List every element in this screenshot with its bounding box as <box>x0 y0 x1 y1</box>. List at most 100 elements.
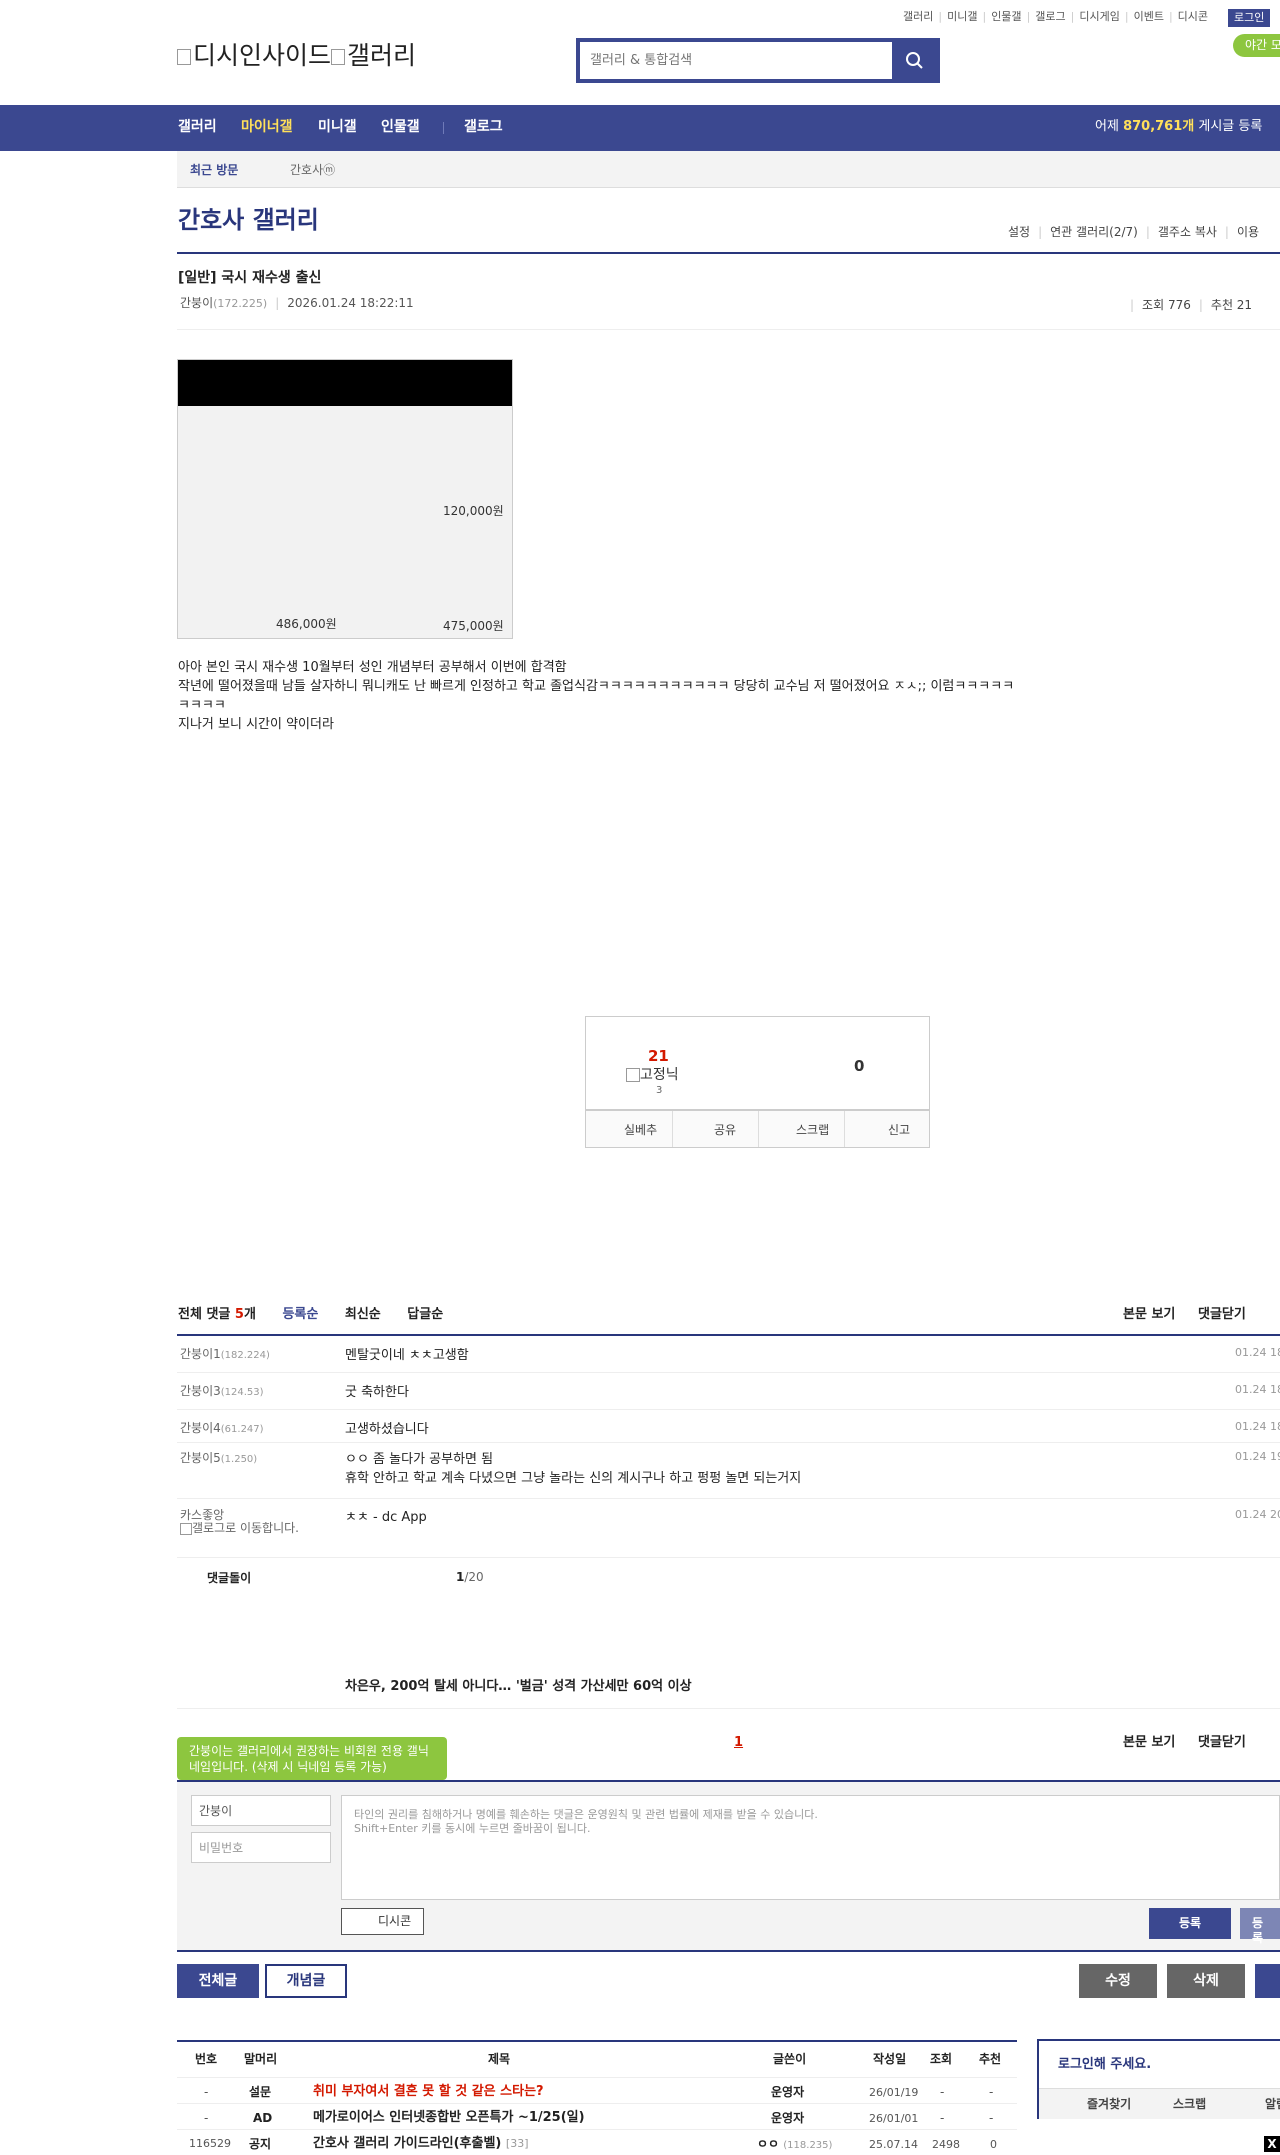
comment-submit-recommend-button[interactable]: 등록 <box>1240 1908 1280 1945</box>
fixed-nick-count: 3 <box>656 1085 663 1096</box>
comment-bot-pager[interactable]: 1/20 <box>456 1570 484 1585</box>
close-comments-button[interactable]: 댓글닫기 <box>1198 1307 1246 1323</box>
sort-registered-tab[interactable]: 등록순 <box>282 1307 318 1322</box>
list-cell-writer[interactable]: ㅇㅇ (118.235) <box>757 2137 832 2153</box>
nav-gallog[interactable]: 갤로그 <box>464 119 503 137</box>
topnav-gallog[interactable]: 갤로그 <box>1035 10 1065 23</box>
share-button[interactable]: 공유 <box>714 1123 736 1138</box>
favorites-link[interactable]: 즐겨찾기 <box>1087 2097 1131 2112</box>
list-cell-title[interactable]: 메가로이어스 인터넷종합반 오픈특가 ~1/25(일) <box>313 2110 585 2126</box>
write-button[interactable] <box>1255 1964 1280 1998</box>
list-cell-recommend: - <box>989 2111 994 2125</box>
sort-latest-tab[interactable]: 최신순 <box>345 1307 381 1322</box>
post-body-line: 작년에 떨어졌을때 남들 살자하니 뭐니캐도 난 빠르게 인정하고 학교 졸업식… <box>178 679 1015 694</box>
edit-button[interactable]: 수정 <box>1079 1964 1157 1998</box>
recent-visit-bar: 최근 방문 간호사ⓜ <box>177 151 1280 188</box>
gallery-title[interactable]: 간호사 갤러리 <box>178 205 319 235</box>
scrap-link[interactable]: 스크랩 <box>1173 2097 1206 2112</box>
post-image[interactable]: 120,000원 486,000원 475,000원 <box>177 359 513 639</box>
comment-row: 카스좋앙 갤로그로 이동합니다. ㅊㅊ - dc App 01.24 20 <box>177 1499 1280 1558</box>
list-cell-recommend: 0 <box>990 2138 997 2151</box>
sort-reply-tab[interactable]: 답글순 <box>407 1307 443 1322</box>
usage-link[interactable]: 이용 <box>1237 225 1259 239</box>
broken-image-icon <box>626 1068 640 1082</box>
close-comments-button-2[interactable]: 댓글닫기 <box>1198 1735 1246 1751</box>
post-body-line: 지나거 보니 시간이 약이더라 <box>178 717 334 732</box>
divider <box>844 1111 845 1147</box>
list-cell-views: 2498 <box>932 2138 960 2151</box>
login-button[interactable]: 로그인 <box>1228 9 1271 27</box>
list-cell-views: - <box>940 2111 945 2125</box>
scrap-button[interactable]: 스크랩 <box>796 1123 829 1138</box>
list-cell-date: 25.07.14 <box>869 2138 918 2151</box>
related-gallery-link[interactable]: 연관 갤러리(2/7) <box>1050 225 1138 239</box>
night-mode-toggle[interactable]: 야간 모 <box>1233 34 1280 57</box>
search-button[interactable] <box>892 42 936 79</box>
list-cell-views: - <box>940 2085 945 2099</box>
topnav-game[interactable]: 디시게임 <box>1079 10 1119 23</box>
image-price-3: 475,000원 <box>443 619 504 633</box>
close-icon[interactable]: X <box>1264 2136 1280 2152</box>
comment-nick[interactable]: 간붕이1(182.224) <box>180 1347 270 1363</box>
report-button[interactable]: 신고 <box>888 1123 910 1138</box>
dccon-button[interactable]: 디시콘 <box>341 1908 424 1935</box>
notification-link[interactable]: 알림 <box>1265 2097 1280 2112</box>
topnav-minigall[interactable]: 미니갤 <box>947 10 977 23</box>
view-body-button-2[interactable]: 본문 보기 <box>1123 1735 1175 1751</box>
site-logo[interactable]: 디시인사이드 갤러리 <box>177 40 416 71</box>
comment-nick[interactable]: 간붕이5(1.250) <box>180 1451 257 1467</box>
post-author[interactable]: 간붕이 <box>180 296 213 310</box>
login-prompt[interactable]: 로그인해 주세요. <box>1058 2057 1151 2073</box>
topnav-person[interactable]: 인물갤 <box>991 10 1021 23</box>
topnav-event[interactable]: 이벤트 <box>1134 10 1164 23</box>
comment-textarea[interactable]: 타인의 권리를 침해하거나 명예를 훼손하는 댓글은 운영원칙 및 관련 법률에… <box>341 1795 1280 1900</box>
topnav-dccon[interactable]: 디시콘 <box>1178 10 1208 23</box>
list-row[interactable]: - 설문 취미 부자여서 결혼 못 할 것 같은 스타는? 운영자 26/01/… <box>177 2078 1017 2104</box>
recent-visit-item[interactable]: 간호사ⓜ <box>290 163 335 178</box>
upvote-count[interactable]: 21 <box>648 1047 669 1066</box>
list-cell-writer[interactable]: 운영자 <box>771 2111 804 2126</box>
nav-gallery[interactable]: 갤러리 <box>178 119 217 137</box>
post-counts: | 조회 776 | 추천 21 <box>1130 298 1253 312</box>
search-input[interactable] <box>580 42 894 79</box>
list-cell-subject: 공지 <box>249 2137 272 2151</box>
topnav-gallery[interactable]: 갤러리 <box>903 10 933 23</box>
list-row[interactable]: - AD 메가로이어스 인터넷종합반 오픈특가 ~1/25(일) 운영자 26/… <box>177 2104 1017 2130</box>
all-posts-button[interactable]: 전체글 <box>177 1964 259 1998</box>
delete-button[interactable]: 삭제 <box>1167 1964 1245 1998</box>
password-field[interactable]: 비밀번호 <box>191 1832 331 1863</box>
list-row[interactable]: 116529 공지 간호사 갤러리 가이드라인(후출벨) [33] ㅇㅇ (11… <box>177 2130 1017 2155</box>
form-bottom-divider <box>177 1950 1280 1952</box>
downvote-count[interactable]: 0 <box>854 1057 864 1076</box>
best-recommend-button[interactable]: 실베추 <box>624 1123 657 1138</box>
nickname-field[interactable]: 간붕이 <box>191 1795 331 1826</box>
news-headline[interactable]: 차은우, 200억 탈세 아니다… '벌금' 성격 가산세만 60억 이상 <box>345 1679 692 1695</box>
nickname-tip-tooltip: 간붕이는 갤러리에서 권장하는 비회원 전용 갤닉네임입니다. (삭제 시 닉네… <box>177 1737 447 1780</box>
list-cell-title[interactable]: 취미 부자여서 결혼 못 할 것 같은 스타는? <box>313 2084 544 2100</box>
list-cell-title[interactable]: 간호사 갤러리 가이드라인(후출벨) [33] <box>313 2136 529 2152</box>
logo-text-gallery: 갤러리 <box>347 41 417 70</box>
image-redacted-area <box>178 360 512 406</box>
gallery-settings-link[interactable]: 설정 <box>1008 225 1030 239</box>
list-cell-number: 116529 <box>189 2137 231 2150</box>
comment-page-1[interactable]: 1 <box>734 1735 743 1751</box>
comment-submit-button[interactable]: 등록 <box>1149 1908 1231 1939</box>
vote-box: 21 고정닉 3 0 <box>585 1016 930 1110</box>
nav-minor-gallery[interactable]: 마이너갤 <box>241 119 293 137</box>
gallog-link[interactable]: 갤로그로 이동합니다. <box>180 1521 310 1536</box>
nav-mini-gallery[interactable]: 미니갤 <box>318 119 357 137</box>
post-header-divider <box>177 329 1280 330</box>
list-cell-writer[interactable]: 운영자 <box>771 2085 804 2100</box>
post-body-line: ㅋㅋㅋㅋ <box>178 698 226 713</box>
comment-nick[interactable]: 간붕이3(124.53) <box>180 1384 264 1400</box>
concept-posts-button[interactable]: 개념글 <box>265 1964 347 1998</box>
list-header-subject: 말머리 <box>244 2052 278 2066</box>
divider <box>672 1111 673 1147</box>
login-box-menu: 즐겨찾기 스크랩 알림 <box>1039 2088 1280 2119</box>
nav-person-gallery[interactable]: 인물갤 <box>381 119 420 137</box>
post-views: 조회 776 <box>1142 298 1191 312</box>
comment-nick[interactable]: 간붕이4(61.247) <box>180 1421 264 1437</box>
copy-address-link[interactable]: 갤주소 복사 <box>1158 225 1217 239</box>
title-divider <box>177 252 1280 254</box>
view-body-button[interactable]: 본문 보기 <box>1123 1307 1175 1323</box>
